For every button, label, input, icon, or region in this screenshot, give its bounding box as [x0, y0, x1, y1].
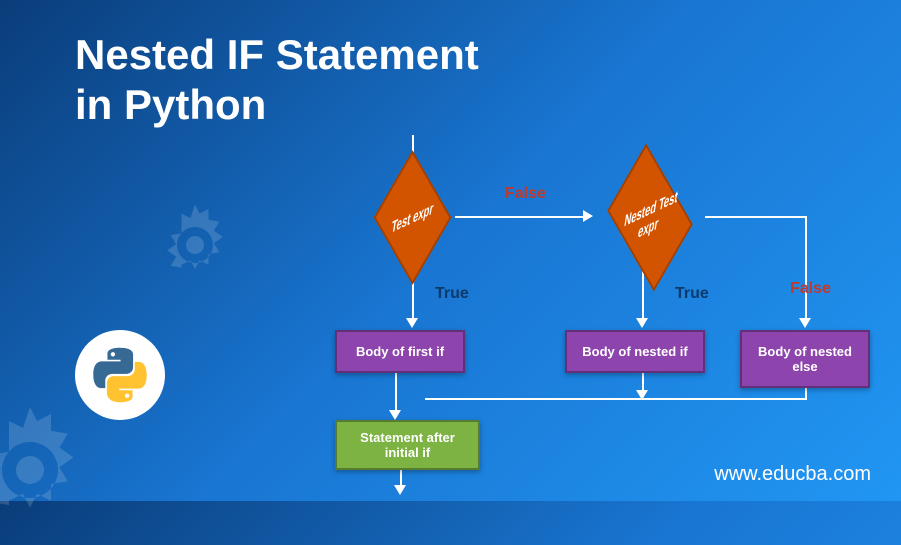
arrow [425, 398, 807, 400]
decision-test-expr: Test expr [374, 150, 452, 284]
python-logo [75, 330, 165, 420]
label-true: True [435, 285, 469, 303]
title-line2: in Python [75, 80, 479, 130]
arrow [455, 216, 585, 218]
label-true: True [675, 285, 709, 303]
arrowhead-icon [389, 410, 401, 420]
flowchart: Test expr Nested Test expr Body of first… [280, 150, 900, 490]
decision-nested-test-expr: Nested Test expr [607, 144, 692, 292]
arrowhead-icon [583, 210, 593, 222]
box-statement-after: Statement after initial if [335, 420, 480, 470]
arrowhead-icon [636, 318, 648, 328]
title-line1: Nested IF Statement [75, 30, 479, 80]
arrowhead-icon [799, 318, 811, 328]
decision-text: Nested Test expr [616, 184, 685, 251]
gear-icon [150, 200, 240, 295]
decision-text: Test expr [385, 196, 440, 239]
box-body-first-if: Body of first if [335, 330, 465, 373]
page-title: Nested IF Statement in Python [75, 30, 479, 131]
arrowhead-icon [394, 485, 406, 495]
label-false: False [505, 185, 546, 203]
arrow [805, 216, 807, 321]
box-body-nested-else: Body of nested else [740, 330, 870, 388]
gear-icon [0, 400, 100, 545]
website-url: www.educba.com [714, 463, 871, 486]
label-false: False [790, 280, 831, 298]
arrowhead-icon [406, 318, 418, 328]
arrow [705, 216, 805, 218]
box-body-nested-if: Body of nested if [565, 330, 705, 373]
